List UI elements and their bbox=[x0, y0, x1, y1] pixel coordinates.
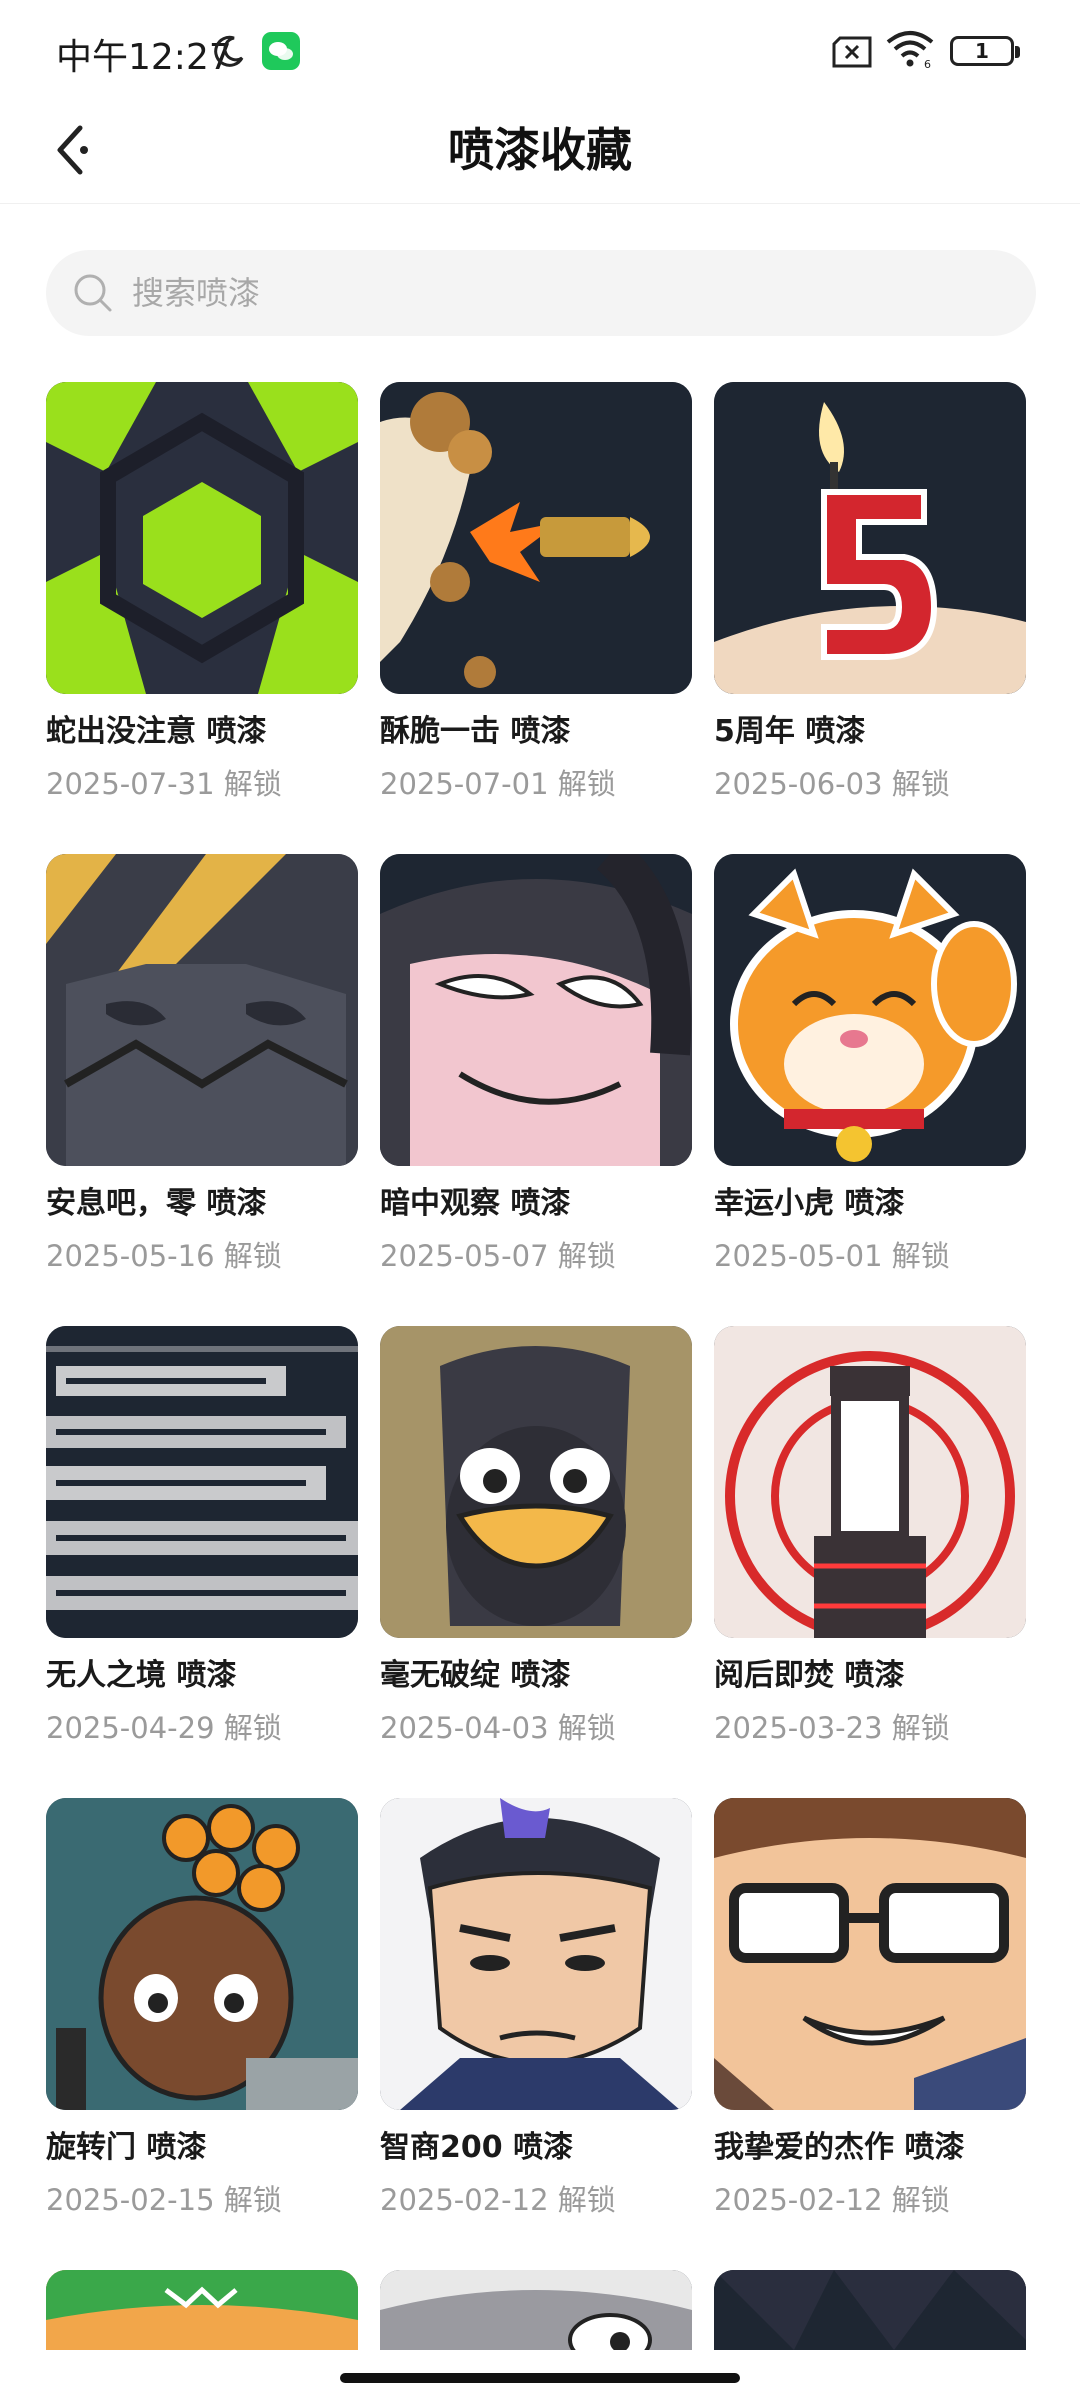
spray-title: 暗中观察 喷漆 bbox=[380, 1186, 571, 1221]
spray-title: 智商200 喷漆 bbox=[380, 2130, 574, 2165]
spray-unlock-date: 2025-04-03 解锁 bbox=[380, 1711, 616, 1745]
agent-chibi-spray-icon bbox=[46, 1798, 358, 2110]
birthday-candle-spray-icon bbox=[714, 382, 1026, 694]
spray-unlock-date: 2025-05-16 解锁 bbox=[46, 1239, 282, 1273]
status-bar: 中午12:27 6 1 bbox=[0, 0, 1080, 100]
spray-card[interactable] bbox=[714, 2270, 1026, 2350]
dark-hair-spray-icon bbox=[714, 2270, 1026, 2350]
spray-title: 5周年 喷漆 bbox=[714, 714, 866, 749]
text-collage-spray-icon bbox=[46, 1326, 358, 1638]
spray-title: 阅后即焚 喷漆 bbox=[714, 1658, 905, 1693]
raccoon-spray-icon bbox=[380, 2270, 692, 2350]
header: 喷漆收藏 bbox=[0, 100, 1080, 204]
target-tower-spray-icon bbox=[714, 1326, 1026, 1638]
spray-card[interactable]: 毫无破绽 喷漆 2025-04-03 解锁 bbox=[380, 1326, 692, 1748]
spray-title: 幸运小虎 喷漆 bbox=[714, 1186, 905, 1221]
spray-unlock-date: 2025-02-12 解锁 bbox=[380, 2183, 616, 2217]
spray-unlock-date: 2025-06-03 解锁 bbox=[714, 767, 950, 801]
spray-card[interactable]: 智商200 喷漆 2025-02-12 解锁 bbox=[380, 1798, 692, 2220]
spray-unlock-date: 2025-07-31 解锁 bbox=[46, 767, 282, 801]
lucky-tiger-spray-icon bbox=[714, 854, 1026, 1166]
home-indicator[interactable] bbox=[340, 2373, 740, 2383]
penguin-spray-icon bbox=[380, 1326, 692, 1638]
spray-card[interactable] bbox=[46, 2270, 358, 2350]
search-input[interactable] bbox=[130, 250, 990, 336]
spray-title: 毫无破绽 喷漆 bbox=[380, 1658, 571, 1693]
robot-face-spray-icon bbox=[46, 854, 358, 1166]
status-time: 中午12:27 bbox=[56, 37, 232, 78]
spray-unlock-date: 2025-05-01 解锁 bbox=[714, 1239, 950, 1273]
moon-icon bbox=[212, 34, 246, 72]
spray-unlock-date: 2025-03-23 解锁 bbox=[714, 1711, 950, 1745]
spray-card[interactable]: 旋转门 喷漆 2025-02-15 解锁 bbox=[46, 1798, 358, 2220]
spray-unlock-date: 2025-07-01 解锁 bbox=[380, 767, 616, 801]
spray-title: 旋转门 喷漆 bbox=[46, 2130, 207, 2165]
spray-title: 我挚爱的杰作 喷漆 bbox=[714, 2130, 965, 2165]
spray-title: 无人之境 喷漆 bbox=[46, 1658, 237, 1693]
battery-icon: 1 bbox=[950, 36, 1020, 66]
spray-card[interactable]: 蛇出没注意 喷漆 2025-07-31 解锁 bbox=[46, 382, 358, 804]
spray-card[interactable]: 5周年 喷漆 2025-06-03 解锁 bbox=[714, 382, 1026, 804]
spray-unlock-date: 2025-02-15 解锁 bbox=[46, 2183, 282, 2217]
search-icon bbox=[72, 272, 114, 318]
bullet-spray-icon bbox=[380, 382, 692, 694]
search-bar[interactable] bbox=[46, 250, 1036, 336]
spray-card[interactable]: 安息吧，零 喷漆 2025-05-16 解锁 bbox=[46, 854, 358, 1276]
page-title: 喷漆收藏 bbox=[448, 123, 632, 177]
peeking-face-spray-icon bbox=[380, 854, 692, 1166]
spray-unlock-date: 2025-02-12 解锁 bbox=[714, 2183, 950, 2217]
thinking-man-spray-icon bbox=[380, 1798, 692, 2110]
spray-card[interactable]: 阅后即焚 喷漆 2025-03-23 解锁 bbox=[714, 1326, 1026, 1748]
spray-card[interactable]: 幸运小虎 喷漆 2025-05-01 解锁 bbox=[714, 854, 1026, 1276]
spray-title: 酥脆一击 喷漆 bbox=[380, 714, 571, 749]
spray-unlock-date: 2025-05-07 解锁 bbox=[380, 1239, 616, 1273]
spray-card[interactable]: 我挚爱的杰作 喷漆 2025-02-12 解锁 bbox=[714, 1798, 1026, 2220]
spray-card[interactable]: 暗中观察 喷漆 2025-05-07 解锁 bbox=[380, 854, 692, 1276]
hexagon-spray-icon bbox=[46, 382, 358, 694]
svg-text:6: 6 bbox=[924, 58, 931, 70]
wifi-icon: 6 bbox=[884, 30, 936, 74]
spray-card[interactable]: 无人之境 喷漆 2025-04-29 解锁 bbox=[46, 1326, 358, 1748]
spray-title: 安息吧，零 喷漆 bbox=[46, 1186, 267, 1221]
no-sim-icon bbox=[830, 36, 874, 72]
spray-unlock-date: 2025-04-29 解锁 bbox=[46, 1711, 282, 1745]
green-bandana-spray-icon bbox=[46, 2270, 358, 2350]
spray-card[interactable]: 酥脆一击 喷漆 2025-07-01 解锁 bbox=[380, 382, 692, 804]
glasses-man-spray-icon bbox=[714, 1798, 1026, 2110]
spray-title: 蛇出没注意 喷漆 bbox=[46, 714, 267, 749]
spray-card[interactable] bbox=[380, 2270, 692, 2350]
wechat-icon bbox=[262, 32, 300, 70]
